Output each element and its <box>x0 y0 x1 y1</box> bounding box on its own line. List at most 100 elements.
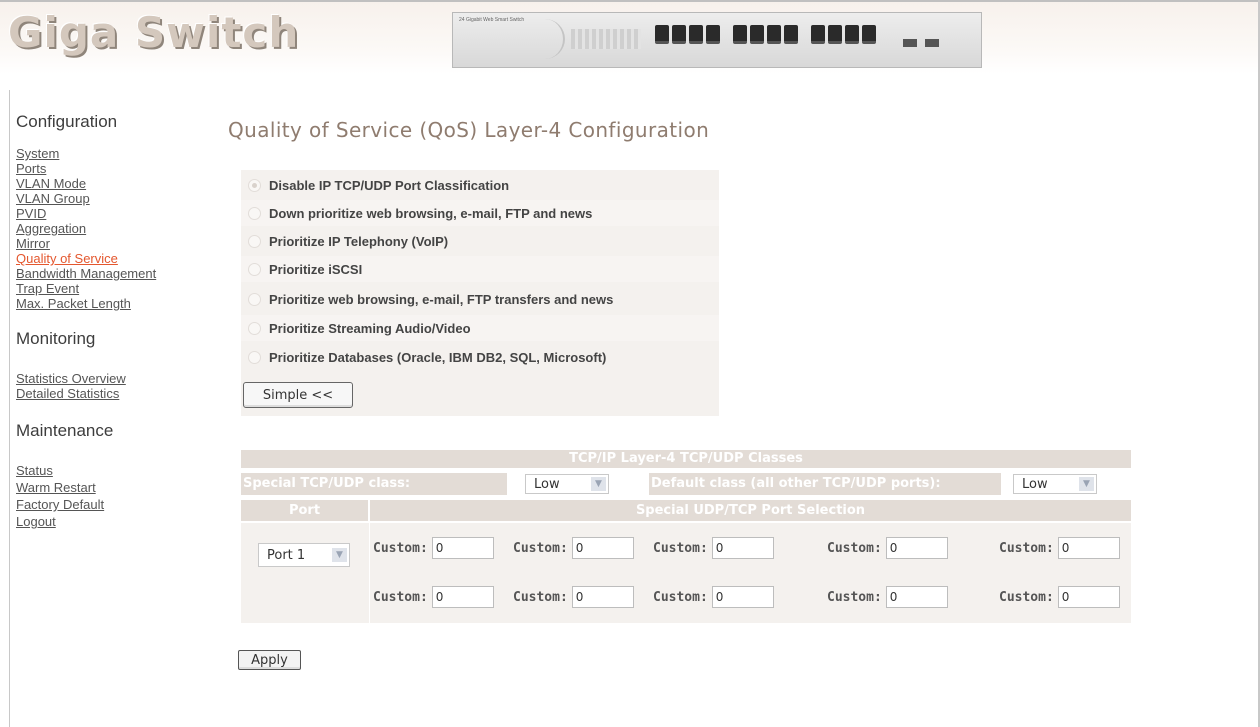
page-title: Quality of Service (QoS) Layer-4 Configu… <box>228 118 710 142</box>
table-title: TCP/IP Layer-4 TCP/UDP Classes <box>241 450 1131 468</box>
custom-label: Custom: <box>513 540 568 556</box>
sidebar-item-bandwidth-management[interactable]: Bandwidth Management <box>16 266 216 281</box>
device-led-grid <box>571 29 641 49</box>
device-sfp-port-2 <box>925 39 939 47</box>
qos-option-down-prioritize-web[interactable]: Down prioritize web browsing, e-mail, FT… <box>241 200 719 226</box>
radio-button[interactable] <box>248 234 261 248</box>
custom-port-field: Custom: 0 <box>513 537 634 559</box>
switch-device-image: 24 Gigabit Web Smart Switch <box>452 12 982 68</box>
sidebar-item-statistics-overview[interactable]: Statistics Overview <box>16 371 216 386</box>
port-value: Port 1 <box>267 548 306 563</box>
device-port-group-2 <box>733 25 798 45</box>
custom-port-input[interactable]: 0 <box>571 586 634 608</box>
qos-option-streaming[interactable]: Prioritize Streaming Audio/Video <box>241 315 719 341</box>
custom-port-input[interactable]: 0 <box>1057 537 1120 559</box>
device-sfp-port-1 <box>903 39 917 47</box>
custom-port-input[interactable]: 0 <box>711 537 774 559</box>
custom-label: Custom: <box>827 589 882 605</box>
special-class-select[interactable]: Low ▼ <box>525 474 609 494</box>
custom-port-input[interactable]: 0 <box>571 537 634 559</box>
port-select[interactable]: Port 1 ▼ <box>258 543 350 567</box>
custom-port-input[interactable]: 0 <box>1057 586 1120 608</box>
custom-port-field: Custom: 0 <box>999 586 1120 608</box>
custom-ports-grid: Custom: 0 Custom: 0 Custom: 0 Custom: 0 … <box>370 523 1131 623</box>
custom-port-input[interactable]: 0 <box>885 586 948 608</box>
logo: Giga Switch <box>8 8 300 57</box>
port-selection-header: Special UDP/TCP Port Selection <box>370 500 1131 521</box>
apply-button[interactable]: Apply <box>238 650 301 670</box>
sidebar-item-vlan-group[interactable]: VLAN Group <box>16 191 216 206</box>
option-label: Disable IP TCP/UDP Port Classification <box>269 177 510 193</box>
custom-port-field: Custom: 0 <box>827 586 948 608</box>
default-class-select[interactable]: Low ▼ <box>1013 474 1097 494</box>
custom-port-field: Custom: 0 <box>653 586 774 608</box>
default-class-value: Low <box>1022 477 1048 492</box>
custom-label: Custom: <box>373 540 428 556</box>
sidebar-heading-maintenance: Maintenance <box>16 421 114 440</box>
radio-button[interactable] <box>248 206 261 220</box>
chevron-down-icon: ▼ <box>591 477 606 491</box>
qos-option-prioritize-web[interactable]: Prioritize web browsing, e-mail, FTP tra… <box>241 286 719 312</box>
custom-port-field: Custom: 0 <box>373 537 494 559</box>
chevron-down-icon: ▼ <box>332 548 347 562</box>
radio-button[interactable] <box>248 350 261 364</box>
chevron-down-icon: ▼ <box>1079 477 1094 491</box>
qos-option-voip[interactable]: Prioritize IP Telephony (VoIP) <box>241 228 719 254</box>
sidebar-item-trap-event[interactable]: Trap Event <box>16 281 216 296</box>
sidebar-item-mirror[interactable]: Mirror <box>16 236 216 251</box>
custom-port-input[interactable]: 0 <box>885 537 948 559</box>
radio-button[interactable] <box>248 262 261 276</box>
qos-options-panel: Disable IP TCP/UDP Port Classification D… <box>241 170 719 416</box>
window-left-border <box>9 90 10 727</box>
sidebar-item-factory-default[interactable]: Factory Default <box>16 497 216 512</box>
special-class-value: Low <box>534 477 560 492</box>
sidebar-item-quality-of-service[interactable]: Quality of Service <box>16 251 216 266</box>
sidebar-item-system[interactable]: System <box>16 146 216 161</box>
radio-button-selected[interactable] <box>248 178 261 192</box>
class-settings-row: Special TCP/UDP class: Low ▼ Default cla… <box>241 470 1131 498</box>
sidebar-item-aggregation[interactable]: Aggregation <box>16 221 216 236</box>
sidebar-item-warm-restart[interactable]: Warm Restart <box>16 480 216 495</box>
sidebar-item-ports[interactable]: Ports <box>16 161 216 176</box>
custom-port-field: Custom: 0 <box>653 537 774 559</box>
custom-port-field: Custom: 0 <box>827 537 948 559</box>
sidebar-item-logout[interactable]: Logout <box>16 514 216 529</box>
device-port-group-1 <box>655 25 720 45</box>
custom-label: Custom: <box>999 540 1054 556</box>
special-class-label: Special TCP/UDP class: <box>241 473 507 495</box>
custom-port-field: Custom: 0 <box>513 586 634 608</box>
custom-port-input[interactable]: 0 <box>431 537 494 559</box>
sidebar-item-max-packet-length[interactable]: Max. Packet Length <box>16 296 216 311</box>
sidebar-item-pvid[interactable]: PVID <box>16 206 216 221</box>
custom-port-field: Custom: 0 <box>999 537 1120 559</box>
custom-port-input[interactable]: 0 <box>431 586 494 608</box>
device-port-group-3 <box>811 25 876 45</box>
custom-label: Custom: <box>999 589 1054 605</box>
option-label: Prioritize Databases (Oracle, IBM DB2, S… <box>269 349 607 365</box>
sidebar-nav: Configuration System Ports VLAN Mode VLA… <box>16 112 216 529</box>
device-curve-graphic <box>503 19 565 59</box>
sidebar-item-vlan-mode[interactable]: VLAN Mode <box>16 176 216 191</box>
custom-port-input[interactable]: 0 <box>711 586 774 608</box>
port-cell: Port 1 ▼ <box>241 523 369 623</box>
option-label: Prioritize iSCSI <box>269 261 363 277</box>
radio-button[interactable] <box>248 321 261 335</box>
radio-button[interactable] <box>248 292 261 306</box>
sidebar-heading-configuration: Configuration <box>16 112 118 131</box>
qos-option-disable[interactable]: Disable IP TCP/UDP Port Classification <box>241 172 719 198</box>
option-label: Prioritize Streaming Audio/Video <box>269 320 471 336</box>
sidebar-item-detailed-statistics[interactable]: Detailed Statistics <box>16 386 216 401</box>
default-class-label: Default class (all other TCP/UDP ports): <box>649 473 1001 495</box>
option-label: Prioritize web browsing, e-mail, FTP tra… <box>269 291 614 307</box>
custom-port-field: Custom: 0 <box>373 586 494 608</box>
option-label: Down prioritize web browsing, e-mail, FT… <box>269 205 593 221</box>
simple-button[interactable]: Simple << <box>243 382 353 408</box>
custom-label: Custom: <box>827 540 882 556</box>
port-column-header: Port <box>241 500 368 521</box>
qos-option-iscsi[interactable]: Prioritize iSCSI <box>241 256 719 282</box>
sidebar-item-status[interactable]: Status <box>16 463 216 478</box>
header-banner: Giga Switch 24 Gigabit Web Smart Switch <box>0 2 1258 74</box>
qos-option-databases[interactable]: Prioritize Databases (Oracle, IBM DB2, S… <box>241 344 719 370</box>
custom-label: Custom: <box>513 589 568 605</box>
option-label: Prioritize IP Telephony (VoIP) <box>269 233 449 249</box>
